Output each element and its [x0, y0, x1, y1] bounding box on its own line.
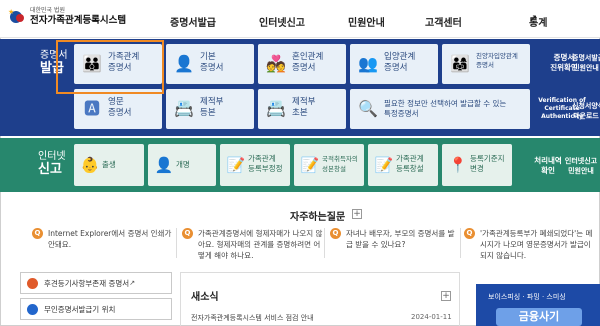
search-document-icon: 🔍 — [358, 99, 378, 118]
tile-label: 가족관계 등록부정정 — [248, 154, 283, 173]
nav-internet-report[interactable]: 인터넷신고 — [259, 14, 305, 29]
tile-label: 제적부 초본 — [292, 97, 316, 118]
tile-label: 친양자입양관계 증명서 — [476, 52, 518, 69]
link-form-download[interactable]: 신청서양식 다운로드 — [572, 101, 600, 121]
divider — [176, 228, 177, 258]
faq-text: '가족관계등록부가 폐쇄되었다'는 메시지가 나오며 영문증명서가 발급이 되지… — [480, 229, 593, 260]
map-pin-icon — [27, 303, 38, 315]
fraud-warning-banner[interactable]: 보이스피싱 · 파밍 · 스미싱 금융사기 — [476, 284, 600, 326]
news-panel: 새소식 + 전자가족관계등록시스템 서비스 점검 안내 2024-01-11 — [180, 272, 460, 326]
tile-label: 입양관계 증명서 — [384, 52, 416, 73]
nav-certificate[interactable]: 증명서발급 — [170, 14, 216, 29]
tile-removed-register-extract[interactable]: 📇 제적부 초본 — [258, 89, 346, 129]
news-title: 새소식 — [191, 292, 219, 303]
link-label: 후견등기사항부존재 증명서 — [44, 278, 130, 288]
nav-civil-guide[interactable]: 민원안내 — [348, 14, 385, 29]
question-icon: Q — [32, 228, 43, 239]
document-edit-icon: 📝 — [374, 156, 394, 174]
tile-birth-report[interactable]: 👶 출생 — [74, 144, 144, 186]
tile-label: 출생 — [102, 160, 116, 169]
tile-removed-register-copy[interactable]: 📇 제적부 등본 — [166, 89, 254, 129]
baby-icon: 👶 — [80, 156, 100, 174]
register-icon: 📇 — [174, 99, 194, 118]
internet-report-label: 인터넷 신고 — [38, 151, 66, 177]
tile-label: 개명 — [176, 160, 190, 169]
document-a-icon: 🅰 — [83, 99, 100, 118]
faq-text: Internet Explorer에서 증명서 인쇄가 안돼요. — [48, 229, 172, 249]
tile-label: 필요한 정보만 선택하여 발급할 수 있는 특정증명서 — [384, 99, 507, 118]
faq-title: 자주하는질문 — [290, 212, 346, 223]
tile-surname-creation[interactable]: 📝 국적취득자의 성본창설 — [294, 144, 364, 186]
question-icon: Q — [330, 228, 341, 239]
tile-label: 등록기준지 변경 — [470, 154, 505, 173]
internet-report-panel: 인터넷 신고 👶 출생 👤 개명 📝 가족관계 등록부정정 📝 국적취득자의 성… — [0, 138, 600, 192]
link-report-guide[interactable]: 인터넷신고 민원안내 — [562, 156, 600, 176]
tile-label: 혼인관계 증명서 — [292, 52, 324, 73]
tile-adoption-cert[interactable]: 👥 입양관계 증명서 — [350, 44, 438, 84]
guardianship-cert-link[interactable]: 후견등기사항부존재 증명서 ↗ — [20, 272, 172, 294]
quick-links: 후견등기사항부존재 증명서 ↗ 무인증명서발급기 위치 — [20, 272, 172, 324]
main-nav: 증명서발급 인터넷신고 민원안내 고객센터 통계 ↗ — [170, 14, 548, 29]
site-header: ★ 대한민국 법원 전자가족관계등록시스템 증명서발급 인터넷신고 민원안내 고… — [0, 0, 600, 38]
link-label: 무인증명서발급기 위치 — [44, 304, 116, 314]
location-icon: 📍 — [448, 156, 468, 174]
external-link-icon: ↗ — [529, 14, 538, 25]
shortcut-icon — [27, 277, 38, 289]
nav-customer-center[interactable]: 고객센터 — [425, 14, 462, 29]
tile-full-adoption-cert[interactable]: 👨‍👩‍👧 친양자입양관계 증명서 — [442, 44, 530, 84]
external-link-icon: ↗ — [129, 279, 136, 287]
adoption-icon: 👥 — [358, 54, 378, 73]
person-icon: 👤 — [174, 54, 194, 73]
tile-label: 제적부 등본 — [200, 97, 224, 118]
tile-label: 가족관계 등록창설 — [396, 154, 424, 173]
faq-more-button[interactable]: + — [352, 209, 362, 219]
tile-name-change-report[interactable]: 👤 개명 — [148, 144, 216, 186]
banner-caption: 보이스피싱 · 파밍 · 스미싱 — [488, 293, 566, 301]
tile-label: 국적취득자의 성본창설 — [322, 155, 358, 173]
document-edit-icon: 📝 — [300, 156, 320, 174]
link-cert-issue-guide[interactable]: 증명서발급 민원안내 — [572, 53, 600, 73]
family-adoption-icon: 👨‍👩‍👧 — [450, 54, 470, 73]
news-more-button[interactable]: + — [441, 291, 451, 301]
register-icon: 📇 — [266, 99, 286, 118]
couple-icon: 💑 — [266, 54, 286, 73]
faq-text: 가족관계증명서에 형제자매가 나오지 않아요. 형제자매의 관계를 증명하려면 … — [198, 229, 323, 260]
faq-text: 자녀나 배우자, 부모의 증명서를 발급 받을 수 있나요? — [346, 229, 455, 249]
banner-headline: 금융사기 — [496, 308, 582, 326]
kiosk-location-link[interactable]: 무인증명서발급기 위치 — [20, 298, 172, 320]
tile-label: 영문 증명서 — [108, 97, 132, 118]
selection-highlight — [56, 40, 164, 94]
divider — [460, 228, 461, 258]
tile-register-correction[interactable]: 📝 가족관계 등록부정정 — [220, 144, 290, 186]
tile-english-cert[interactable]: 🅰 영문 증명서 — [74, 89, 162, 129]
tile-marriage-cert[interactable]: 💑 혼인관계 증명서 — [258, 44, 346, 84]
tile-specific-cert[interactable]: 🔍 필요한 정보만 선택하여 발급할 수 있는 특정증명서 — [350, 89, 530, 129]
rename-icon: 👤 — [154, 156, 174, 174]
tile-basic-cert[interactable]: 👤 기본 증명서 — [166, 44, 254, 84]
question-icon: Q — [464, 228, 475, 239]
document-edit-icon: 📝 — [226, 156, 246, 174]
news-item-link[interactable]: 전자가족관계등록시스템 서비스 점검 안내 — [191, 313, 314, 323]
tile-base-address-change[interactable]: 📍 등록기준지 변경 — [442, 144, 512, 186]
tile-register-creation[interactable]: 📝 가족관계 등록창설 — [368, 144, 438, 186]
divider — [324, 228, 325, 258]
tile-label: 기본 증명서 — [200, 52, 224, 73]
question-icon: Q — [182, 228, 193, 239]
news-date: 2024-01-11 — [411, 313, 452, 321]
